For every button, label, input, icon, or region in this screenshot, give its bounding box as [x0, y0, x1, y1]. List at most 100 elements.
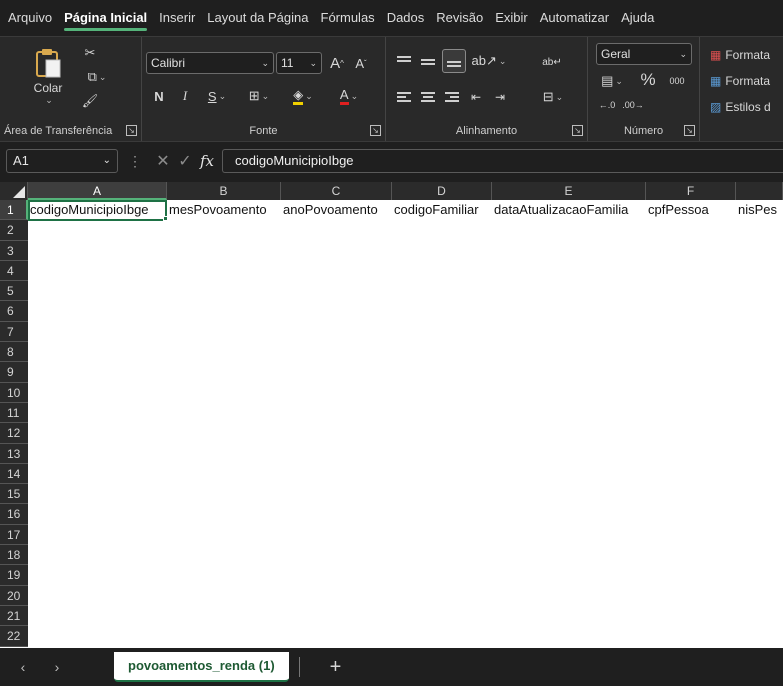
row-header-22[interactable]: 22 [0, 626, 28, 647]
chevron-left-icon[interactable]: ‹ [6, 659, 40, 675]
align-right-button[interactable] [442, 87, 462, 107]
bold-button[interactable]: N [150, 85, 168, 107]
underline-button[interactable]: S ⌄ [200, 85, 234, 107]
accounting-format-button[interactable]: ▤ ⌄ [596, 71, 628, 91]
row-header-16[interactable]: 16 [0, 504, 28, 525]
format-as-table-button[interactable]: ▦ Formata [710, 71, 783, 91]
conditional-formatting-button[interactable]: ▦ Formata [710, 45, 783, 65]
column-header-f[interactable]: F [646, 182, 736, 200]
tab-pagina-inicial[interactable]: Página Inicial [58, 0, 153, 36]
chevron-right-icon[interactable]: › [40, 659, 74, 675]
orientation-button[interactable]: ab↗ ⌄ [472, 51, 507, 71]
sheet-tab-povoamentos-renda[interactable]: povoamentos_renda (1) [114, 652, 289, 682]
font-launcher-icon[interactable]: ↘ [370, 125, 381, 136]
row-header-12[interactable]: 12 [0, 423, 28, 444]
cell-b1[interactable]: mesPovoamento [167, 200, 281, 221]
column-header-c[interactable]: C [281, 182, 392, 200]
row-header-17[interactable]: 17 [0, 524, 28, 546]
tab-revisao[interactable]: Revisão [430, 0, 489, 36]
tab-ajuda[interactable]: Ajuda [615, 0, 660, 36]
cell-g1[interactable]: nisPes [736, 200, 783, 221]
tab-automatizar[interactable]: Automatizar [534, 0, 615, 36]
row-header-20[interactable]: 20 [0, 585, 28, 606]
align-left-button[interactable] [394, 87, 414, 107]
align-middle-button[interactable] [418, 51, 438, 71]
column-header-e[interactable]: E [492, 182, 646, 200]
tab-formulas[interactable]: Fórmulas [315, 0, 381, 36]
fill-color-button[interactable]: ◈ ⌄ [284, 85, 322, 107]
align-bottom-button[interactable] [442, 49, 466, 73]
cell-c1[interactable]: anoPovoamento [281, 200, 392, 221]
row-header-7[interactable]: 7 [0, 321, 28, 343]
alignment-group: ab↗ ⌄ ab↵ ⇤ ⇥ ⊟ ⌄ Alinhamento ↘ [386, 37, 588, 141]
row-header-10[interactable]: 10 [0, 382, 28, 403]
shrink-font-button[interactable]: Aˇ [350, 52, 372, 74]
formula-bar: A1 ⌄ ⋮ ✕ ✓ fx codigoMunicipioIbge [0, 142, 783, 180]
borders-button[interactable]: ⊞ ⌄ [242, 85, 276, 107]
grow-font-button[interactable]: A ^ [326, 52, 348, 74]
italic-button[interactable]: I [176, 85, 194, 107]
row-header-2[interactable]: 2 [0, 220, 28, 241]
name-box[interactable]: A1 ⌄ [6, 149, 118, 173]
font-family-select[interactable]: Calibri ⌄ [146, 52, 274, 74]
row-header-11[interactable]: 11 [0, 402, 28, 424]
row-header-5[interactable]: 5 [0, 281, 28, 302]
thousands-button[interactable]: 000 [666, 71, 688, 91]
fill-handle[interactable] [163, 216, 168, 221]
row-header-13[interactable]: 13 [0, 443, 28, 464]
tab-arquivo[interactable]: Arquivo [2, 0, 58, 36]
row-header-1[interactable]: 1 [0, 200, 28, 221]
cell-styles-button[interactable]: ▨ Estilos d [710, 97, 783, 117]
cancel-icon[interactable]: ✕ [152, 151, 174, 171]
tab-layout-da-pagina[interactable]: Layout da Página [201, 0, 314, 36]
clipboard-launcher-icon[interactable]: ↘ [126, 125, 137, 136]
percent-button[interactable]: % [638, 70, 658, 90]
row-header-18[interactable]: 18 [0, 545, 28, 566]
increase-decimal-button[interactable]: ←.0 [596, 95, 618, 115]
alignment-launcher-icon[interactable]: ↘ [572, 125, 583, 136]
formula-input[interactable]: codigoMunicipioIbge [222, 149, 783, 173]
sheet-tab-bar: ‹ › povoamentos_renda (1) + [0, 648, 783, 686]
row-header-3[interactable]: 3 [0, 240, 28, 261]
paste-button[interactable]: Colar ⌄ [28, 43, 68, 109]
format-painter-button[interactable]: 🖌 [80, 91, 100, 111]
column-header-g[interactable]: G [736, 182, 783, 200]
add-sheet-button[interactable]: + [330, 656, 342, 679]
row-header-14[interactable]: 14 [0, 463, 28, 485]
cell-f1[interactable]: cpfPessoa [646, 200, 736, 221]
cell-a1[interactable]: codigoMunicipioIbge [28, 200, 167, 221]
row-header-9[interactable]: 9 [0, 362, 28, 383]
row-header-19[interactable]: 19 [0, 565, 28, 586]
select-all-button[interactable] [0, 182, 28, 200]
font-size-select[interactable]: 11 ⌄ [276, 52, 322, 74]
row-header-6[interactable]: 6 [0, 301, 28, 322]
cell-area[interactable]: codigoMunicipioIbge mesPovoamento anoPov… [28, 200, 783, 648]
row-header-4[interactable]: 4 [0, 260, 28, 282]
number-format-select[interactable]: Geral ⌄ [596, 43, 692, 65]
cell-e1[interactable]: dataAtualizacaoFamilia [492, 200, 646, 221]
row-header-21[interactable]: 21 [0, 605, 28, 627]
tab-exibir[interactable]: Exibir [489, 0, 534, 36]
font-color-button[interactable]: A ⌄ [330, 85, 368, 107]
number-launcher-icon[interactable]: ↘ [684, 125, 695, 136]
copy-button[interactable]: ⧉ ⌄ [80, 67, 114, 87]
enter-icon[interactable]: ✓ [174, 151, 196, 171]
wrap-text-button[interactable]: ab↵ [540, 51, 564, 73]
tab-divider [298, 657, 300, 677]
cut-button[interactable]: ✂ [80, 43, 100, 63]
row-header-15[interactable]: 15 [0, 484, 28, 505]
row-header-8[interactable]: 8 [0, 342, 28, 363]
increase-indent-button[interactable]: ⇥ [490, 87, 510, 107]
column-header-d[interactable]: D [392, 182, 492, 200]
column-header-b[interactable]: B [167, 182, 281, 200]
cell-d1[interactable]: codigoFamiliar [392, 200, 492, 221]
align-center-button[interactable] [418, 87, 438, 107]
tab-dados[interactable]: Dados [381, 0, 431, 36]
column-header-a[interactable]: A [28, 182, 167, 200]
decrease-decimal-button[interactable]: .00→ [622, 95, 644, 115]
insert-function-button[interactable]: fx [200, 152, 214, 170]
merge-center-button[interactable]: ⊟ ⌄ [536, 87, 570, 107]
tab-inserir[interactable]: Inserir [153, 0, 201, 36]
decrease-indent-button[interactable]: ⇤ [466, 87, 486, 107]
align-top-button[interactable] [394, 51, 414, 71]
